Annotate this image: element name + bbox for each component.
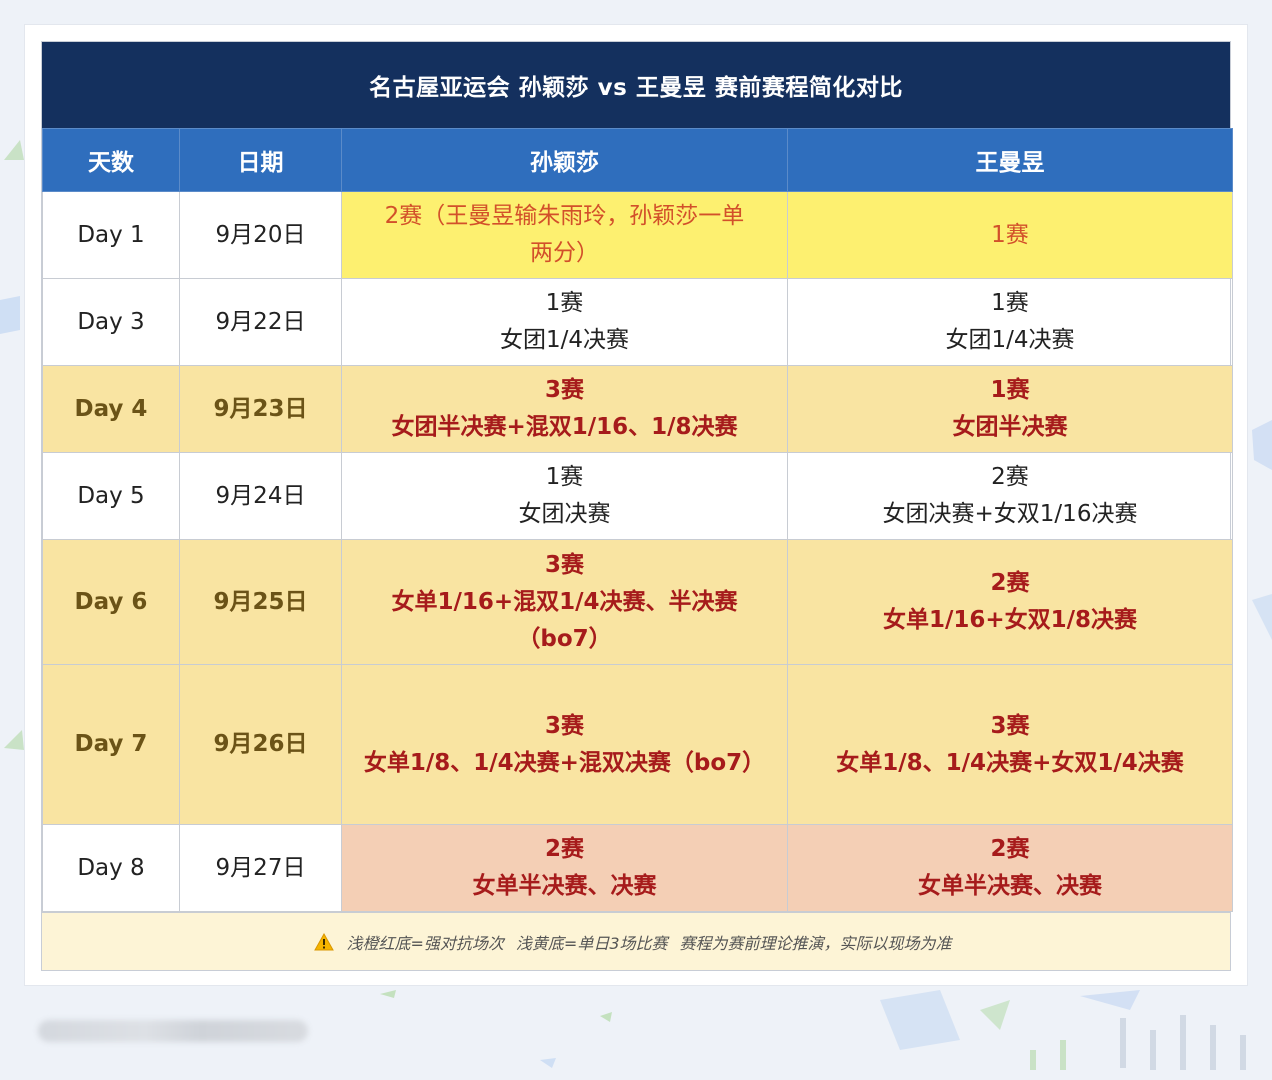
schedule-table: 天数 日期 孙颖莎 王曼昱 Day 1 9月20日 2赛（王曼昱输朱雨玲，孙颖莎… xyxy=(42,128,1233,912)
cell-line: 1赛 xyxy=(991,221,1029,248)
cell-line: 2赛 xyxy=(991,464,1029,490)
cell-line: 女团半决赛 xyxy=(952,414,1068,440)
schedule-card: 名古屋亚运会 孙颖莎 vs 王曼昱 赛前赛程简化对比 天数 日期 孙颖莎 王曼昱… xyxy=(24,24,1248,986)
wang-cell: 1赛 女团1/4决赛 xyxy=(787,278,1233,366)
date-cell: 9月23日 xyxy=(179,365,342,453)
sun-cell: 3赛 女团半决赛+混双1/16、1/8决赛 xyxy=(341,365,788,453)
table-row: Day 7 9月26日 3赛 女单1/8、1/4决赛+混双决赛（bo7） 3赛 … xyxy=(42,664,1233,825)
cell-line: 2赛（王曼昱输朱雨玲，孙颖莎一单 xyxy=(384,203,745,229)
cell-line: 女单1/8、1/4决赛+女双1/4决赛 xyxy=(836,749,1184,776)
blurred-watermark xyxy=(38,1020,308,1042)
table-header-row: 天数 日期 孙颖莎 王曼昱 xyxy=(42,128,1233,192)
date-cell: 9月20日 xyxy=(179,191,342,279)
cell-line: （bo7） xyxy=(517,625,612,652)
warning-icon xyxy=(314,932,335,950)
header-wang: 王曼昱 xyxy=(787,128,1233,192)
sun-cell: 3赛 女单1/8、1/4决赛+混双决赛（bo7） xyxy=(341,664,788,825)
day-cell: Day 7 xyxy=(42,664,180,825)
wang-cell: 2赛 女团决赛+女双1/16决赛 xyxy=(787,452,1233,540)
cell-line: 女单1/8、1/4决赛+混双决赛（bo7） xyxy=(363,749,766,776)
header-day: 天数 xyxy=(42,128,180,192)
table-row: Day 8 9月27日 2赛 女单半决赛、决赛 2赛 女单半决赛、决赛 xyxy=(42,824,1233,912)
legend-three-matches: 浅黄底=单日3场比赛 xyxy=(515,933,668,953)
cell-line: 3赛 xyxy=(544,712,584,739)
cell-line: 女单半决赛、决赛 xyxy=(472,873,657,899)
table-row: Day 4 9月23日 3赛 女团半决赛+混双1/16、1/8决赛 1赛 女团半… xyxy=(42,365,1233,453)
cell-line: 女团1/4决赛 xyxy=(499,327,629,353)
day-cell: Day 1 xyxy=(42,191,180,279)
disclaimer-text: 赛程为赛前理论推演，实际以现场为准 xyxy=(679,933,952,953)
day-cell: Day 4 xyxy=(42,365,180,453)
wang-cell: 1赛 女团半决赛 xyxy=(787,365,1233,453)
page-title: 名古屋亚运会 孙颖莎 vs 王曼昱 赛前赛程简化对比 xyxy=(42,42,1230,128)
sun-cell: 1赛 女团决赛 xyxy=(341,452,788,540)
cell-line: 女单1/16+混双1/4决赛、半决赛 xyxy=(391,588,738,615)
cell-line: 1赛 xyxy=(545,290,584,316)
cell-line: 1赛 xyxy=(991,290,1029,316)
cell-line: 女团半决赛+混双1/16、1/8决赛 xyxy=(391,414,738,440)
day-cell: Day 5 xyxy=(42,452,180,540)
cell-line: 2赛 xyxy=(990,570,1030,596)
date-cell: 9月24日 xyxy=(179,452,342,540)
wang-cell: 3赛 女单1/8、1/4决赛+女双1/4决赛 xyxy=(787,664,1233,825)
cell-line: 1赛 xyxy=(990,377,1030,403)
cell-line: 女团决赛+女双1/16决赛 xyxy=(882,501,1138,527)
schedule-table-container: 名古屋亚运会 孙颖莎 vs 王曼昱 赛前赛程简化对比 天数 日期 孙颖莎 王曼昱… xyxy=(41,41,1233,971)
wang-cell: 1赛 xyxy=(787,191,1233,279)
cell-line: 2赛 xyxy=(544,836,584,862)
cell-line: 两分） xyxy=(530,240,599,266)
sun-cell: 2赛（王曼昱输朱雨玲，孙颖莎一单 两分） xyxy=(341,191,788,279)
date-cell: 9月25日 xyxy=(179,539,342,665)
wang-cell: 2赛 女单1/16+女双1/8决赛 xyxy=(787,539,1233,665)
date-cell: 9月26日 xyxy=(179,664,342,825)
cell-line: 女团决赛 xyxy=(518,501,611,527)
cell-line: 3赛 xyxy=(990,712,1030,739)
header-date: 日期 xyxy=(179,128,342,192)
cell-line: 2赛 xyxy=(990,836,1030,862)
sun-cell: 2赛 女单半决赛、决赛 xyxy=(341,824,788,912)
day-cell: Day 6 xyxy=(42,539,180,665)
date-cell: 9月27日 xyxy=(179,824,342,912)
legend-strong: 浅橙红底=强对抗场次 xyxy=(346,933,504,953)
sun-cell: 3赛 女单1/16+混双1/4决赛、半决赛 （bo7） xyxy=(341,539,788,665)
day-cell: Day 8 xyxy=(42,824,180,912)
wang-cell: 2赛 女单半决赛、决赛 xyxy=(787,824,1233,912)
sun-cell: 1赛 女团1/4决赛 xyxy=(341,278,788,366)
date-cell: 9月22日 xyxy=(179,278,342,366)
cell-line: 女团1/4决赛 xyxy=(945,327,1075,353)
table-row: Day 6 9月25日 3赛 女单1/16+混双1/4决赛、半决赛 （bo7） … xyxy=(42,539,1233,665)
table-row: Day 1 9月20日 2赛（王曼昱输朱雨玲，孙颖莎一单 两分） 1赛 xyxy=(42,191,1233,279)
cell-line: 3赛 xyxy=(544,377,584,403)
day-cell: Day 3 xyxy=(42,278,180,366)
table-row: Day 3 9月22日 1赛 女团1/4决赛 1赛 女团1/4决赛 xyxy=(42,278,1233,366)
table-row: Day 5 9月24日 1赛 女团决赛 2赛 女团决赛+女双1/16决赛 xyxy=(42,452,1233,540)
cell-line: 3赛 xyxy=(544,551,584,578)
cell-line: 女单1/16+女双1/8决赛 xyxy=(882,607,1138,633)
footer-note: 浅橙红底=强对抗场次 浅黄底=单日3场比赛 赛程为赛前理论推演，实际以现场为准 xyxy=(42,912,1230,970)
header-sun: 孙颖莎 xyxy=(341,128,788,192)
cell-line: 女单半决赛、决赛 xyxy=(918,873,1102,899)
cell-line: 1赛 xyxy=(545,464,584,490)
